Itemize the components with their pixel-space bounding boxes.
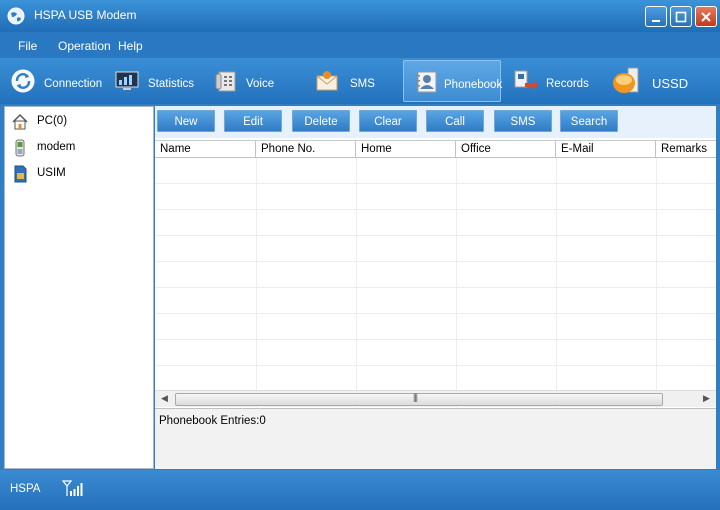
close-button[interactable] (695, 6, 717, 27)
contacts-table[interactable]: Name Phone No. Home Office E-Mail Remark… (155, 140, 716, 426)
signal-strength-icon (61, 480, 86, 499)
phonebook-icon (414, 69, 440, 95)
toolbar-statistics-label: Statistics (148, 78, 195, 90)
menu-operation[interactable]: Operation (58, 39, 111, 53)
scroll-right-icon[interactable]: ▶ (703, 393, 710, 404)
main-toolbar: Connection Statistics Voice SMS Phoneboo… (0, 58, 720, 104)
toolbar-voice-label: Voice (246, 78, 275, 90)
call-button[interactable]: Call (426, 110, 484, 132)
horizontal-scrollbar[interactable]: ◀ ||| ▶ (155, 390, 716, 407)
app-window: HSPA USB Modem File Operation Help Conne… (0, 0, 720, 510)
column-header-office[interactable]: Office (456, 141, 556, 158)
toolbar-records-label: Records (546, 78, 589, 90)
toolbar-phonebook[interactable]: Phonebook (403, 60, 503, 102)
statistics-icon (114, 68, 140, 94)
phonebook-panel: New Edit Delete Clear Call SMS Search Na… (155, 106, 716, 469)
tree-item-label: USIM (37, 167, 66, 179)
empty-table-row (155, 366, 716, 392)
toolbar-records[interactable]: Records (510, 60, 600, 102)
menu-help[interactable]: Help (118, 39, 143, 53)
scroll-grip-icon: ||| (413, 392, 418, 402)
tree-item-modem[interactable]: modem (9, 137, 149, 159)
search-button[interactable]: Search (560, 110, 618, 132)
minimize-button[interactable] (645, 6, 667, 27)
column-header-name[interactable]: Name (155, 141, 256, 158)
action-bar: New Edit Delete Clear Call SMS Search (155, 106, 716, 138)
entries-panel: Phonebook Entries:0 (155, 408, 716, 469)
grid-divider (656, 158, 657, 426)
toolbar-voice[interactable]: Voice (210, 60, 280, 102)
empty-table-row (155, 262, 716, 288)
empty-table-row (155, 236, 716, 262)
modem-icon (11, 139, 29, 157)
pc-home-icon (11, 113, 29, 131)
title-bar: HSPA USB Modem (0, 0, 720, 32)
empty-table-row (155, 314, 716, 340)
grid-divider (256, 158, 257, 426)
empty-table-row (155, 184, 716, 210)
entries-count: Phonebook Entries:0 (159, 415, 266, 427)
toolbar-ussd[interactable]: USSD (610, 60, 700, 102)
status-bar: HSPA (0, 470, 720, 510)
window-title: HSPA USB Modem (34, 8, 137, 22)
toolbar-sms-label: SMS (350, 78, 375, 90)
column-header-phone[interactable]: Phone No. (256, 141, 356, 158)
delete-button[interactable]: Delete (292, 110, 350, 132)
grid-divider (556, 158, 557, 426)
scroll-left-icon[interactable]: ◀ (161, 393, 168, 404)
toolbar-statistics[interactable]: Statistics (110, 60, 196, 102)
empty-table-row (155, 158, 716, 184)
scrollbar-thumb[interactable] (175, 393, 663, 406)
records-icon (512, 68, 538, 94)
empty-table-row (155, 210, 716, 236)
ussd-icon (612, 66, 639, 93)
tree-item-pc[interactable]: PC(0) (9, 111, 149, 133)
column-header-remarks[interactable]: Remarks (656, 141, 716, 158)
menu-bar: File Operation Help (0, 32, 720, 58)
toolbar-sms[interactable]: SMS (312, 60, 382, 102)
column-header-home[interactable]: Home (356, 141, 456, 158)
usim-icon (11, 165, 29, 183)
column-header-email[interactable]: E-Mail (556, 141, 656, 158)
empty-table-row (155, 288, 716, 314)
toolbar-connection-label: Connection (44, 78, 103, 90)
sms-icon (314, 68, 340, 94)
globe-app-icon (6, 6, 26, 26)
grid-divider (356, 158, 357, 426)
empty-table-row (155, 340, 716, 366)
tree-item-label: modem (37, 141, 76, 153)
voice-icon (214, 68, 240, 94)
clear-button[interactable]: Clear (359, 110, 417, 132)
toolbar-phonebook-label: Phonebook (444, 79, 503, 91)
sms-button[interactable]: SMS (494, 110, 552, 132)
tree-item-label: PC(0) (37, 115, 68, 127)
network-type: HSPA (10, 483, 41, 495)
edit-button[interactable]: Edit (224, 110, 282, 132)
toolbar-connection[interactable]: Connection (6, 60, 102, 102)
menu-file[interactable]: File (18, 39, 37, 53)
toolbar-ussd-label: USSD (652, 76, 689, 91)
tree-item-usim[interactable]: USIM (9, 163, 149, 185)
device-tree: PC(0) modem USIM (4, 106, 154, 469)
connection-icon (10, 68, 36, 94)
new-button[interactable]: New (157, 110, 215, 132)
grid-divider (456, 158, 457, 426)
maximize-button[interactable] (670, 6, 692, 27)
